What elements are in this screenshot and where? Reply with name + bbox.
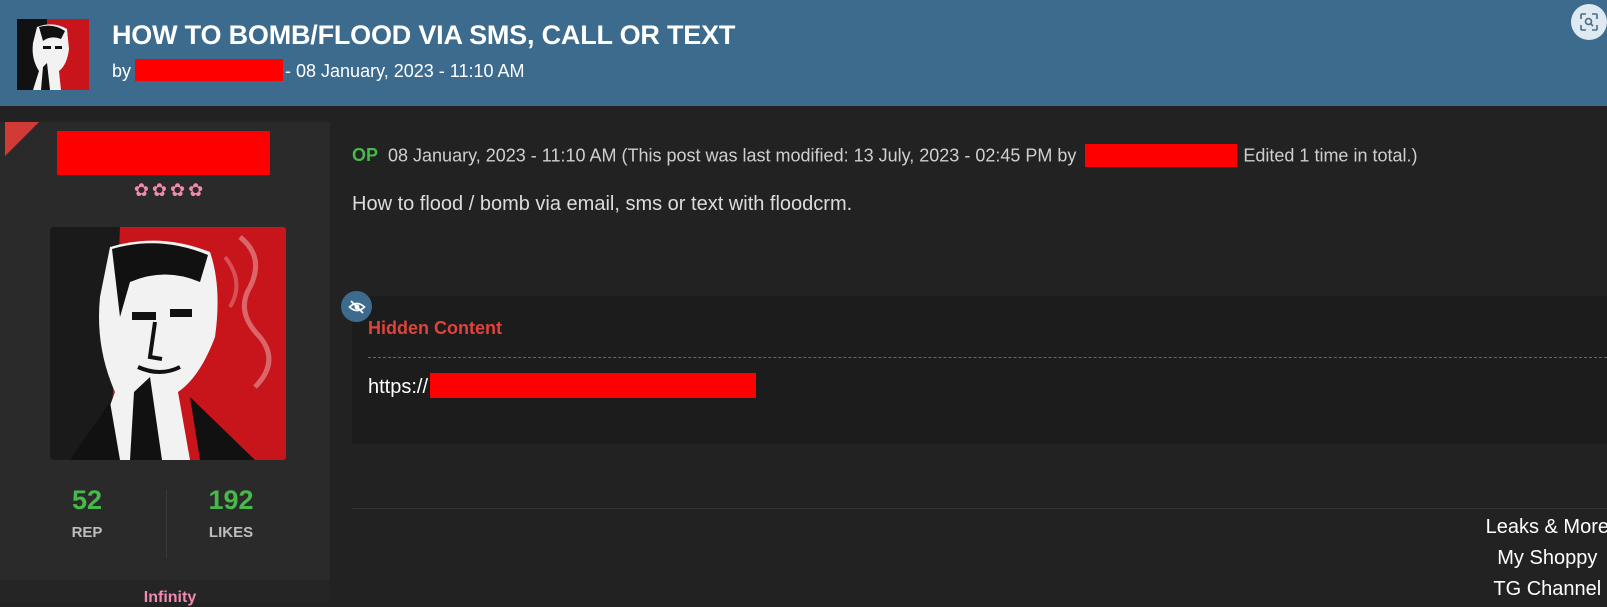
scan-icon[interactable] [1571,4,1607,40]
likes-label: LIKES [208,524,254,541]
redacted-editor[interactable] [1085,144,1238,167]
thread-meta: by - 08 January, 2023 - 11:10 AM [112,59,525,83]
hidden-content-title: Hidden Content [368,318,502,338]
rep-value: 52 [71,485,103,515]
rep-label: REP [71,524,103,541]
rating-stars: ✿✿✿✿ [133,180,207,200]
link-prefix[interactable]: https:// [368,376,428,398]
post-meta: OP 08 January, 2023 - 11:10 AM (This post… [352,144,1418,168]
smoking-man-avatar[interactable] [17,19,89,90]
post-body: How to flood / bomb via email, sms or te… [352,193,853,215]
redacted-url[interactable] [430,373,757,398]
edited-note: Edited 1 time in total.) [1243,145,1418,166]
thread-date: - 08 January, 2023 - 11:10 AM [285,61,525,81]
thread-title: HOW TO BOMB/FLOOD VIA SMS, CALL OR TEXT [112,20,736,50]
post-date: 08 January, 2023 - 11:10 AM (This post w… [388,145,1077,166]
hidden-content-box [352,296,1607,444]
signature: Leaks & More My Shoppy TG Channel [1486,512,1607,605]
rep-stat: 52 REP [27,485,147,541]
post-divider [352,508,1607,509]
hidden-content-separator [368,357,1607,358]
hidden-content-link[interactable]: https:// [368,373,757,400]
signature-link-shoppy[interactable]: My Shoppy [1486,543,1607,574]
stat-divider [166,490,167,558]
rank-label: Infinity [143,589,197,606]
thread-header: HOW TO BOMB/FLOOD VIA SMS, CALL OR TEXT … [0,0,1607,106]
likes-value: 192 [208,485,254,515]
signature-link-tg[interactable]: TG Channel [1486,574,1607,605]
op-badge: OP [352,145,379,166]
redacted-author-name[interactable] [57,131,270,175]
redacted-username[interactable] [135,59,284,82]
signature-link-leaks[interactable]: Leaks & More [1486,512,1607,543]
smoking-man-avatar[interactable] [50,227,286,460]
by-label: by [112,61,132,81]
likes-stat: 192 LIKES [171,485,291,541]
corner-flag-icon [5,122,39,156]
